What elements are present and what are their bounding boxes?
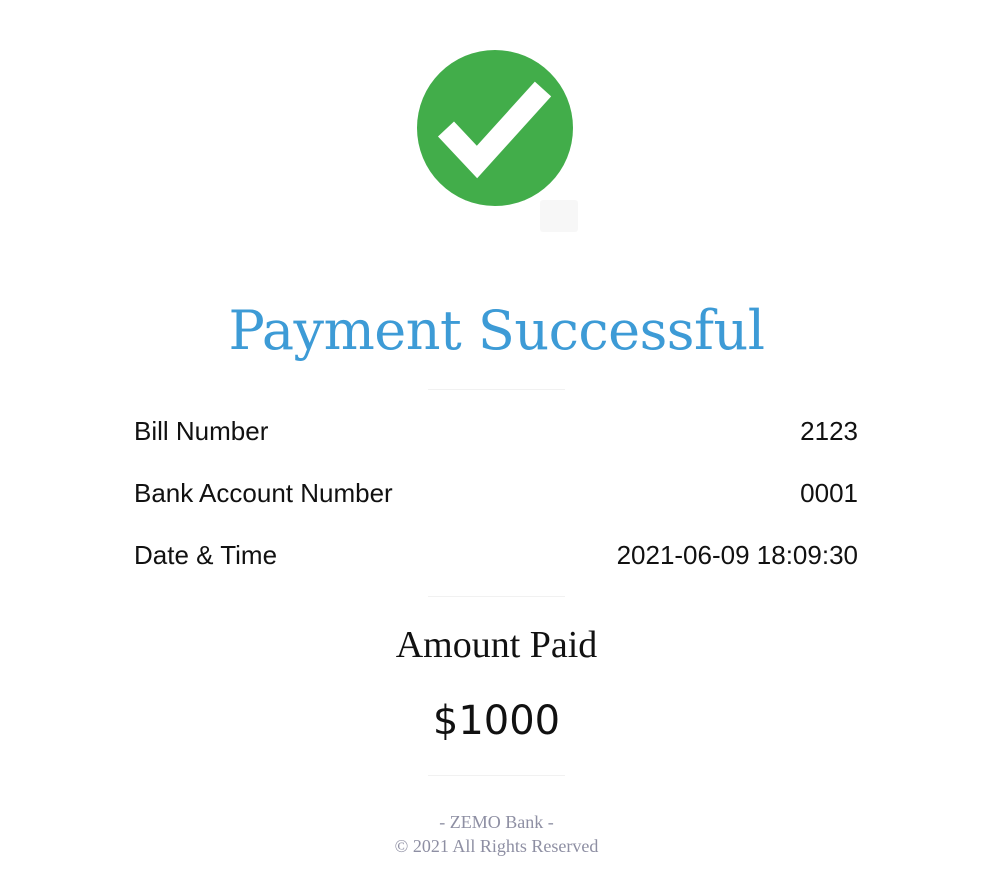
footer-copyright: © 2021 All Rights Reserved [394, 836, 599, 856]
footer-bank-name: - ZEMO Bank - [439, 812, 554, 832]
detail-row-bank-account-number: Bank Account Number 0001 [134, 478, 858, 508]
detail-label: Bill Number [134, 415, 269, 446]
amount-value: $1000 [432, 698, 561, 744]
page-title: Payment Successful [228, 299, 765, 362]
check-circle-icon [416, 49, 574, 207]
icon-shadow [540, 200, 578, 232]
detail-value: 2123 [800, 415, 858, 446]
divider [428, 596, 565, 597]
detail-value: 2021-06-09 18:09:30 [616, 539, 858, 570]
divider [428, 775, 565, 776]
amount-label: Amount Paid [395, 624, 598, 666]
detail-row-bill-number: Bill Number 2123 [134, 416, 858, 446]
divider [428, 389, 565, 390]
footer: - ZEMO Bank - © 2021 All Rights Reserved [0, 810, 993, 858]
detail-value: 0001 [800, 477, 858, 508]
detail-label: Bank Account Number [134, 477, 393, 508]
detail-label: Date & Time [134, 539, 278, 570]
detail-row-date-time: Date & Time 2021-06-09 18:09:30 [134, 540, 858, 570]
